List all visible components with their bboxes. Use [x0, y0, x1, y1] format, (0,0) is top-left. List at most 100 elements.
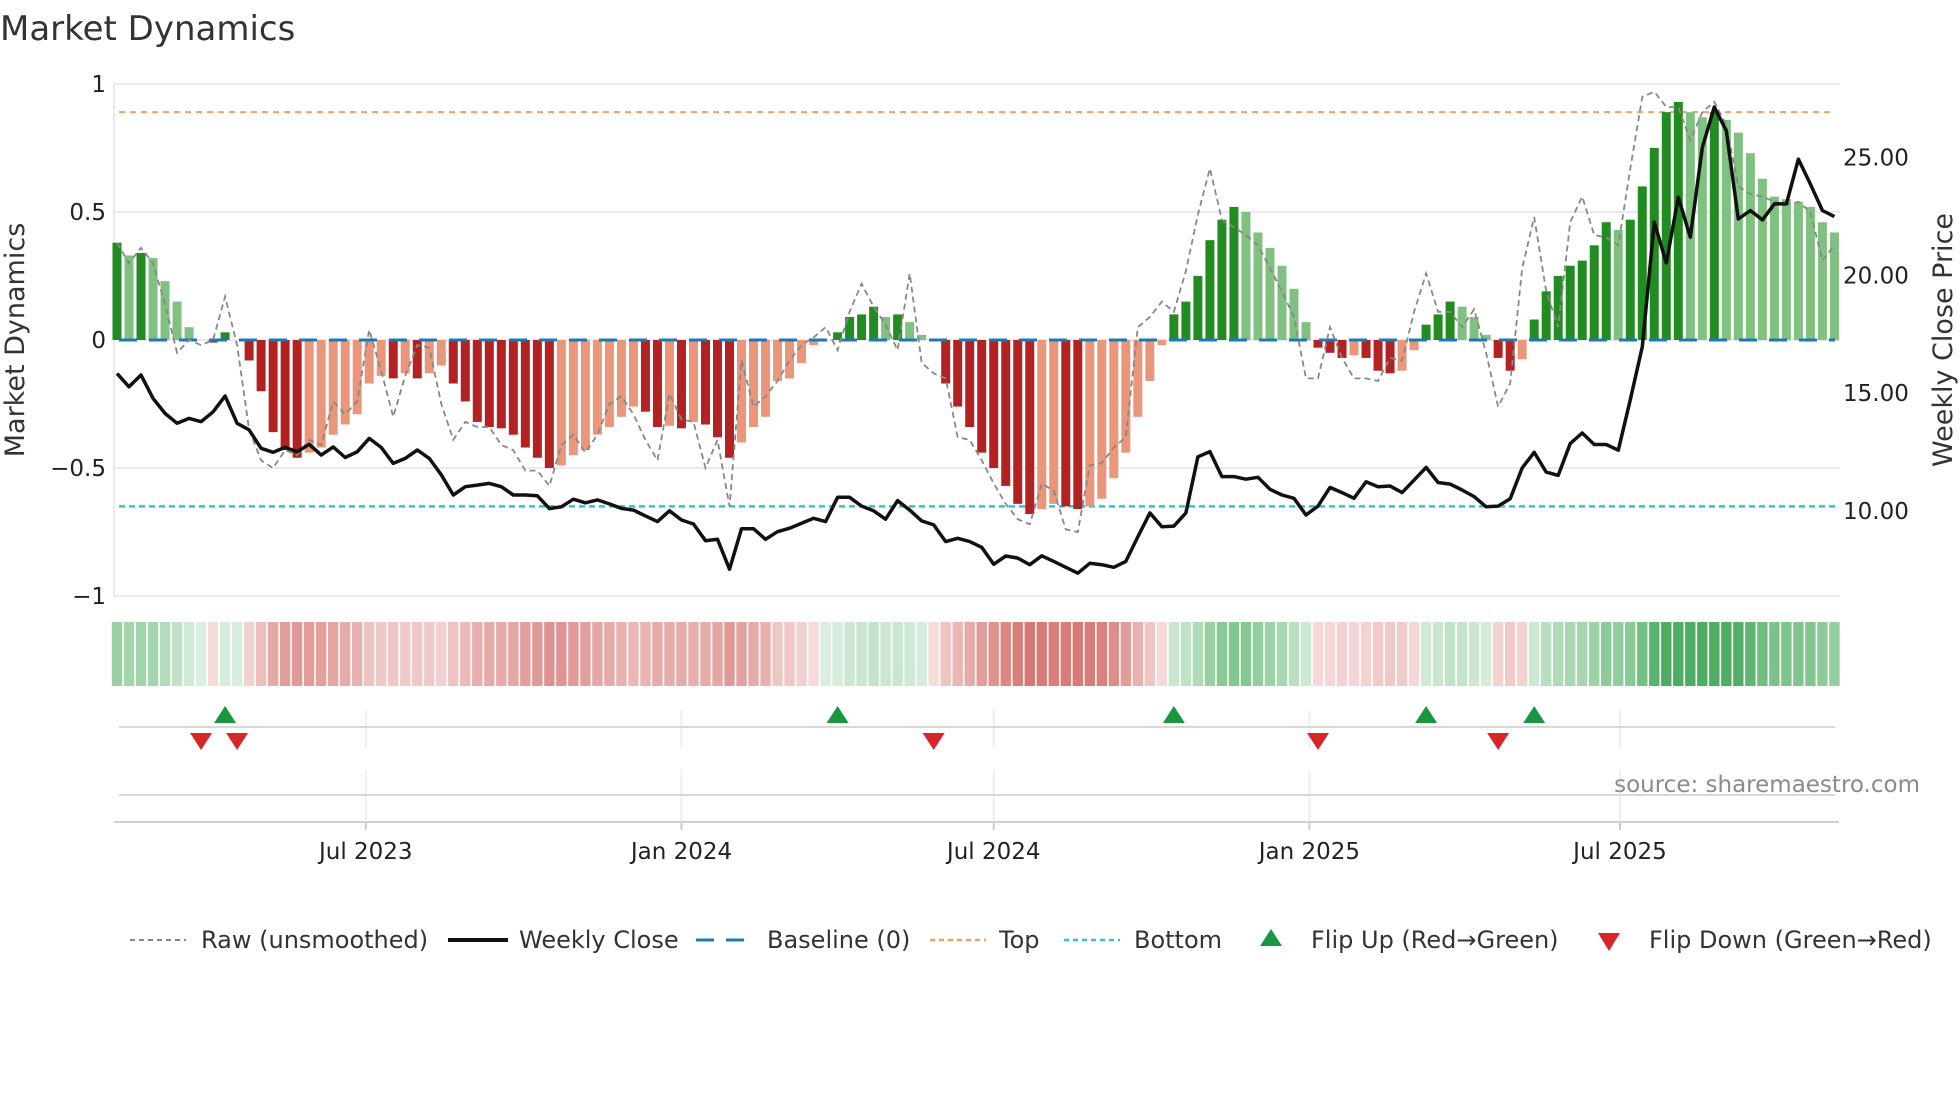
dynamics-bar [857, 314, 867, 340]
heat-strip-cell [1540, 622, 1552, 686]
heat-strip-cell [1769, 622, 1780, 686]
heat-strip-cell [1336, 622, 1348, 686]
heat-strip-cell [700, 622, 711, 686]
dynamics-bar [1037, 340, 1047, 509]
heat-strip-cell [1276, 622, 1288, 686]
x-tick-label: Jan 2025 [1257, 839, 1360, 865]
dynamics-bar [1397, 340, 1407, 371]
y2-axis-label: Weekly Close Price [1928, 213, 1959, 467]
heat-strip-cell [207, 622, 219, 686]
heat-strip-cell [388, 622, 399, 686]
heat-strip-cell [267, 622, 279, 686]
heat-strip-cell [640, 622, 651, 686]
x-axis: Jul 2023 Jan 2024 Jul 2024 Jan 2025 Jul 2025 [114, 770, 1839, 865]
dynamics-bar [1577, 260, 1587, 340]
dynamics-bar [1409, 340, 1419, 351]
heat-strip-cell [1685, 622, 1696, 686]
heat-strip-cell [1468, 622, 1480, 686]
dynamics-bar [1529, 319, 1539, 340]
heat-strip-cell [460, 622, 471, 686]
dynamics-bar [700, 340, 710, 425]
heat-strip-cell [376, 622, 387, 686]
heat-strip-cell [1553, 622, 1564, 686]
dynamics-bar [953, 340, 963, 407]
flip-down-marker [226, 733, 249, 750]
heat-strip-cell [1180, 622, 1192, 686]
dynamics-bar [1061, 340, 1071, 507]
heat-strip-cell [1312, 622, 1324, 686]
dynamics-bar [388, 340, 398, 379]
dynamics-bar [1457, 306, 1467, 340]
heat-strip-cell [604, 622, 615, 686]
heat-strip-cell [760, 622, 771, 686]
heat-strip-cell [712, 622, 723, 686]
heat-strip-cell [1516, 622, 1528, 686]
legend-label: Flip Up (Red→Green) [1311, 926, 1559, 954]
dynamics-bar [1325, 340, 1335, 353]
heat-strip-cell [1240, 622, 1252, 686]
heat-strip-cell [820, 622, 831, 686]
dynamics-bar [664, 340, 674, 426]
heat-strip-cell [1060, 622, 1071, 686]
dynamics-bar [532, 340, 542, 458]
heat-strip-cell [1577, 622, 1588, 686]
heat-strip-cell [400, 622, 411, 686]
heat-strip-cell [1733, 622, 1744, 686]
dynamics-bar [1553, 276, 1563, 340]
dynamics-bar [1361, 340, 1371, 358]
heat-strip-cell [339, 622, 351, 686]
heat-strip-cell [1000, 622, 1011, 686]
heat-strip-cell [568, 622, 579, 686]
dynamics-bar [112, 242, 122, 340]
heat-strip-cell [195, 622, 207, 686]
heat-strip-cell [976, 622, 987, 686]
dynamics-bar [148, 258, 158, 340]
heat-strip-cell [183, 622, 195, 686]
heat-strip-cell [1396, 622, 1408, 686]
dynamics-bar [676, 340, 686, 429]
heat-strip-cell [243, 622, 255, 686]
dynamics-bar [1589, 245, 1599, 340]
heat-strip-cell [1360, 622, 1372, 686]
legend-item-bottom: Bottom [1064, 926, 1222, 954]
dynamics-bar [376, 340, 386, 376]
chart-title: Market Dynamics [0, 9, 295, 49]
heat-strip-cell [964, 622, 975, 686]
heat-strip-cell [1372, 622, 1384, 686]
raw-line [116, 90, 1836, 534]
heat-strip-cell [1384, 622, 1396, 686]
dynamics-bar [580, 340, 590, 451]
heat-strip-cell [508, 622, 519, 686]
heat-strip-cell [784, 622, 795, 686]
heat-strip-cell [1216, 622, 1228, 686]
dynamics-bar [1769, 196, 1779, 340]
dynamics-bar [592, 340, 602, 435]
heat-strip-cell [1144, 622, 1156, 686]
heat-strip-cell [676, 622, 687, 686]
heat-strip-cell [111, 622, 123, 686]
dynamics-bar [688, 340, 698, 422]
dynamics-bar [785, 340, 795, 379]
dynamics-bar [316, 340, 326, 448]
dynamics-bar [1625, 219, 1635, 340]
heat-strip-cell [1745, 622, 1756, 686]
x-tick-label: Jul 2023 [317, 839, 413, 865]
flip-up-marker [1415, 706, 1438, 723]
dynamics-bar [640, 340, 650, 412]
dynamics-bar [400, 340, 410, 374]
heat-strip-cell [1192, 622, 1204, 686]
dynamics-bar [472, 340, 482, 422]
dynamics-bar [436, 340, 446, 366]
y-tick-label: −0.5 [50, 456, 106, 482]
dynamics-bar [1373, 340, 1383, 371]
legend-item-close: Weekly Close [448, 926, 679, 954]
heat-strip-cell [1637, 622, 1648, 686]
dynamics-bar [460, 340, 470, 402]
legend-item-flip-up: Flip Up (Red→Green) [1260, 926, 1559, 954]
heat-strip-cell [219, 622, 231, 686]
heat-strip-cell [988, 622, 999, 686]
heat-strip-cell [231, 622, 243, 686]
heat-strip-cell [892, 622, 903, 686]
heat-strip-cell [1589, 622, 1600, 686]
legend-label: Baseline (0) [767, 926, 910, 954]
